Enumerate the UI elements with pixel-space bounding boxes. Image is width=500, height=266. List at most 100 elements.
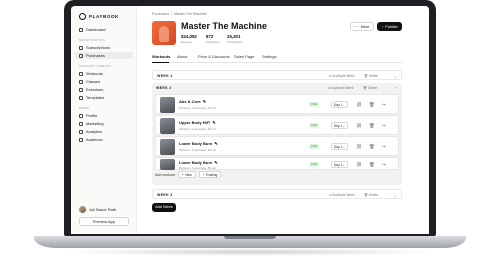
week-header-2[interactable]: WEEK 2 ⧉ Duplicate Week 🗑 Delete ⌃ bbox=[152, 83, 402, 93]
tab-settings[interactable]: Settings bbox=[262, 54, 276, 59]
delete-week-button[interactable]: 🗑 Delete bbox=[364, 74, 378, 78]
laptop-shadow bbox=[60, 248, 440, 256]
status-badge: LIVE bbox=[309, 123, 320, 128]
section-more: MORE bbox=[79, 106, 90, 110]
stat-purchases: 872 Purchases bbox=[206, 34, 219, 44]
arrow-icon[interactable]: ↪ bbox=[382, 102, 386, 108]
stat-value: $24,092 bbox=[181, 34, 197, 39]
new-workout-button[interactable]: + New bbox=[177, 171, 196, 178]
tab-sales-page[interactable]: Sales Page bbox=[234, 54, 254, 59]
sidebar-item-exercises[interactable]: Exercises bbox=[75, 86, 133, 93]
chevron-down-icon[interactable]: ⌄ bbox=[394, 74, 397, 79]
sidebar-item-classes[interactable]: Classes bbox=[75, 78, 133, 85]
preview-app-button[interactable]: Preview App bbox=[79, 217, 129, 226]
workout-row[interactable]: ⋮ Lower Body Burn ✎ Workout • 4 exercises… bbox=[155, 136, 399, 156]
tab-workouts[interactable]: Workouts bbox=[152, 54, 170, 59]
exercises-icon bbox=[79, 87, 83, 92]
chevron-down-icon: ⌄ bbox=[342, 123, 345, 128]
add-workout-row: Add workout + New + Existing bbox=[155, 171, 222, 178]
arrow-icon[interactable]: ↪ bbox=[382, 123, 386, 129]
sidebar-item-analytics[interactable]: Analytics bbox=[75, 128, 133, 135]
sidebar-item-profile[interactable]: Profile bbox=[75, 112, 133, 119]
link-icon[interactable]: ⛓ bbox=[356, 162, 362, 168]
more-icon: ⋯ bbox=[354, 25, 359, 29]
week-label: WEEK 1 bbox=[157, 74, 173, 78]
stat-label: Purchases bbox=[206, 40, 220, 44]
sidebar-item-purchases[interactable]: Purchases bbox=[75, 52, 133, 59]
duplicate-week-button[interactable]: ⧉ Duplicate Week bbox=[328, 86, 353, 90]
link-icon[interactable]: ⛓ bbox=[356, 123, 362, 129]
chevron-down-icon[interactable]: ⌄ bbox=[394, 193, 397, 198]
edit-icon[interactable]: ✎ bbox=[214, 160, 217, 165]
stat-label: Completions bbox=[227, 40, 243, 44]
publish-label: Publish bbox=[385, 24, 398, 29]
status-badge: LIVE bbox=[309, 102, 320, 107]
user-profile[interactable]: Juli Bauer Roth bbox=[79, 206, 116, 213]
upload-icon: ↑ bbox=[381, 24, 384, 29]
delete-icon[interactable]: 🗑 bbox=[369, 102, 375, 108]
chevron-down-icon: ⌄ bbox=[342, 102, 345, 107]
sidebar-item-label: Templates bbox=[86, 95, 105, 100]
plus-icon: + bbox=[202, 172, 205, 177]
link-icon[interactable]: ⛓ bbox=[356, 144, 362, 150]
delete-icon[interactable]: 🗑 bbox=[369, 144, 375, 150]
publish-button[interactable]: ↑ Publish bbox=[377, 22, 402, 31]
tab-about[interactable]: About bbox=[177, 54, 187, 59]
workout-row[interactable]: ⋮ Lower Body Burn ✎ Workout • 4 exercises… bbox=[155, 157, 399, 170]
classes-icon bbox=[79, 79, 83, 84]
add-week-button[interactable]: Add Week bbox=[152, 203, 176, 212]
stat-revenue: $24,092 Revenue bbox=[181, 34, 197, 44]
tab-bar: Workouts About Price & Discounts Sales P… bbox=[152, 53, 402, 63]
sidebar-item-marketing[interactable]: Marketing bbox=[75, 120, 133, 127]
chevron-down-icon: ⌄ bbox=[342, 144, 345, 149]
arrow-icon[interactable]: ↪ bbox=[382, 162, 386, 168]
week-header-1[interactable]: WEEK 1 ⧉ Duplicate Week 🗑 Delete ⌄ bbox=[152, 70, 402, 80]
sidebar-item-label: Audience bbox=[86, 137, 103, 142]
sidebar-item-label: Classes bbox=[86, 79, 101, 84]
sidebar-item-subscriptions[interactable]: Subscriptions bbox=[75, 44, 133, 51]
program-cover-image bbox=[152, 21, 176, 45]
workout-name: Abs & Core ✎ bbox=[179, 99, 207, 104]
workout-thumbnail bbox=[160, 118, 175, 134]
week-2-panel: WEEK 2 ⧉ Duplicate Week 🗑 Delete ⌃ ⋮ Abs… bbox=[152, 83, 402, 185]
dashboard-icon bbox=[79, 27, 83, 32]
day-select[interactable]: Day 1 ⌄ bbox=[331, 143, 348, 150]
existing-workout-button[interactable]: + Existing bbox=[198, 171, 222, 178]
week-label: WEEK 2 bbox=[156, 86, 172, 90]
duplicate-week-button[interactable]: ⧉ Duplicate Week bbox=[329, 193, 354, 197]
duplicate-week-button[interactable]: ⧉ Duplicate Week bbox=[329, 74, 354, 78]
edit-icon[interactable]: ✎ bbox=[214, 141, 217, 146]
breadcrumb-parent[interactable]: Purchases bbox=[152, 12, 169, 16]
day-select[interactable]: Day 1 ⌄ bbox=[331, 161, 348, 168]
breadcrumb-separator: / bbox=[170, 12, 172, 16]
templates-icon bbox=[79, 95, 83, 100]
chevron-up-icon[interactable]: ⌃ bbox=[395, 86, 398, 91]
sidebar-item-label: Analytics bbox=[86, 129, 103, 134]
sidebar-item-dashboard[interactable]: Dashboard bbox=[75, 26, 133, 33]
day-select[interactable]: Day 1 ⌄ bbox=[331, 122, 348, 129]
status-badge: LIVE bbox=[309, 144, 320, 149]
link-icon[interactable]: ⛓ bbox=[356, 102, 362, 108]
edit-icon[interactable]: ✎ bbox=[212, 120, 215, 125]
tab-price-discounts[interactable]: Price & Discounts bbox=[198, 54, 230, 59]
delete-icon[interactable]: 🗑 bbox=[369, 123, 375, 129]
workout-row[interactable]: ⋮ Upper Body HIIT ✎ Workout • 4 exercises… bbox=[155, 115, 399, 135]
workout-name: Lower Body Burn ✎ bbox=[179, 160, 218, 165]
sidebar-item-templates[interactable]: Templates bbox=[75, 94, 133, 101]
edit-icon[interactable]: ✎ bbox=[203, 99, 206, 104]
logo[interactable]: PLAYBOOK bbox=[79, 13, 119, 20]
week-header-3[interactable]: WEEK 3 ⧉ Duplicate Week 🗑 Delete ⌄ bbox=[152, 189, 402, 199]
sidebar-item-audience[interactable]: Audience bbox=[75, 136, 133, 143]
workout-row[interactable]: ⋮ Abs & Core ✎ Workout • 4 exercises, 45 … bbox=[155, 94, 399, 114]
logo-icon bbox=[79, 13, 86, 20]
section-monetization: MONETIZATION bbox=[79, 38, 106, 42]
arrow-icon[interactable]: ↪ bbox=[382, 144, 386, 150]
add-workout-label: Add workout bbox=[155, 172, 175, 177]
purchases-icon bbox=[79, 53, 83, 58]
delete-icon[interactable]: 🗑 bbox=[369, 162, 375, 168]
sidebar-item-workouts[interactable]: Workouts bbox=[75, 70, 133, 77]
delete-week-button[interactable]: 🗑 Delete bbox=[364, 193, 378, 197]
delete-week-button[interactable]: 🗑 Delete bbox=[363, 86, 377, 90]
day-select[interactable]: Day 1 ⌄ bbox=[331, 101, 348, 108]
more-button[interactable]: ⋯ More bbox=[350, 22, 374, 31]
